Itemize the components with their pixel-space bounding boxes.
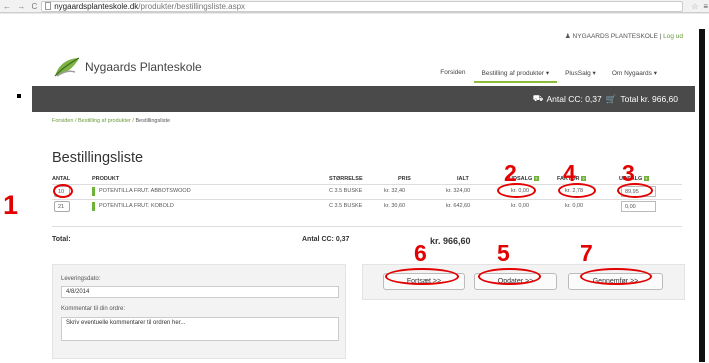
breadcrumb-item-forsiden[interactable]: Forsiden <box>52 118 73 124</box>
product-price: kr. 30,60 <box>384 203 406 209</box>
product-total: kr. 642,60 <box>446 203 471 209</box>
product-size: C 3.5 BUSKE <box>329 188 363 194</box>
annotation-1: 1 <box>3 190 19 220</box>
breadcrumb-separator: / <box>74 118 77 124</box>
annotation-ellipse-complete <box>580 268 652 285</box>
annotation-7: 7 <box>580 240 593 266</box>
nav-item-plussalg[interactable]: PlusSalg ▾ <box>557 69 604 83</box>
url-path: /produkter/bestillingsliste.aspx <box>138 1 246 11</box>
site-logo[interactable]: Nygaards Planteskole <box>53 56 202 78</box>
annotation-ellipse-quantity <box>53 184 73 198</box>
cart-icon[interactable]: 🛒 <box>606 94 617 105</box>
cart-bar: ⛟ Antal CC: 0,37 🛒 Total kr. 966,60 <box>32 86 695 112</box>
total-label: Total: <box>52 236 71 243</box>
breadcrumb-item-current: Bestillingsliste <box>135 118 171 124</box>
product-name[interactable]: POTENTILLA FRUT. KOBOLD <box>99 203 174 209</box>
nav-item-om-nygaards[interactable]: Om Nygaards ▾ <box>604 69 665 83</box>
total-cc: Antal CC: 0,37 <box>302 236 350 243</box>
scrollbar[interactable] <box>695 14 709 363</box>
product-color-swatch <box>92 202 95 211</box>
product-total: kr. 324,00 <box>446 188 471 194</box>
udsalg-value: kr. 0,00 <box>511 203 530 209</box>
nav-item-bestilling[interactable]: Bestilling af produkter ▾ <box>473 69 558 83</box>
help-icon[interactable]: ? <box>643 176 649 182</box>
bookmark-star-icon[interactable]: ☆ <box>691 2 698 11</box>
comment-textarea[interactable]: Skriv eventuelle kommentarer til ordren … <box>61 317 339 341</box>
truck-icon: ⛟ <box>532 93 544 103</box>
total-sum-value: kr. 966,60 <box>430 236 471 246</box>
browser-nav-buttons[interactable]: ← → C <box>3 2 39 11</box>
leaf-logo-icon <box>54 57 80 77</box>
quantity-input[interactable]: 21 <box>54 201 70 212</box>
cart-cc: Antal CC: 0,37 <box>546 94 602 104</box>
page-title: Bestillingsliste <box>52 150 144 166</box>
col-header-produkt: PRODUKT <box>92 176 120 182</box>
product-size: C 3.5 BUSKE <box>329 203 363 209</box>
logout-link[interactable]: Log ud <box>663 33 683 40</box>
product-price: kr. 32,40 <box>384 188 406 194</box>
page-icon <box>45 2 52 10</box>
product-name[interactable]: POTENTILLA FRUT. ABBOTSWOOD <box>99 188 191 194</box>
annotation-6: 6 <box>414 240 427 266</box>
nav-item-forsiden[interactable]: Forsiden <box>432 69 473 83</box>
col-header-antal: ANTAL <box>52 176 71 182</box>
order-form-panel: Leveringsdato: 4/8/2014 Kommentar til di… <box>52 264 346 359</box>
breadcrumb: Forsiden / Bestilling af produkter / Bes… <box>52 118 170 124</box>
cart-total[interactable]: Total kr. 966,60 <box>620 94 678 104</box>
delivery-date-label: Leveringsdato: <box>61 276 101 282</box>
help-icon[interactable]: ? <box>533 176 539 182</box>
page: ♟ NYGAARDS PLANTESKOLE | Log ud Nygaards… <box>3 14 695 363</box>
left-margin <box>0 14 32 363</box>
scrollbar-thumb[interactable] <box>699 29 705 362</box>
marker-dot <box>17 94 21 98</box>
annotation-ellipse-faktor <box>558 183 596 198</box>
col-header-storrelse: STØRRELSE <box>329 176 363 182</box>
main-nav: Forsiden Bestilling af produkter ▾ PlusS… <box>432 69 665 83</box>
annotation-ellipse-update <box>478 268 541 285</box>
user-icon: ♟ <box>564 33 571 40</box>
faktor-value: kr. 0,00 <box>565 203 584 209</box>
col-header-ialt: IALT <box>457 176 469 182</box>
annotation-5: 5 <box>497 240 510 266</box>
address-bar[interactable]: nygaardsplanteskole.dk /produkter/bestil… <box>41 0 684 12</box>
user-bar: ♟ NYGAARDS PLANTESKOLE | Log ud <box>565 32 683 40</box>
col-header-pris: PRIS <box>398 176 411 182</box>
help-icon[interactable]: ? <box>581 176 587 182</box>
browser-menu-icon[interactable]: ≡ <box>703 2 708 11</box>
annotation-ellipse-udsalg2 <box>617 183 653 198</box>
annotation-ellipse-udsalg <box>497 183 536 198</box>
delivery-date-input[interactable]: 4/8/2014 <box>61 286 339 298</box>
product-color-swatch <box>92 187 95 196</box>
table-row: 21 POTENTILLA FRUT. KOBOLD C 3.5 BUSKE k… <box>52 200 682 214</box>
annotation-ellipse-continue <box>385 268 459 285</box>
breadcrumb-separator: / <box>132 118 134 124</box>
comment-label: Kommentar til din ordre: <box>61 306 126 312</box>
breadcrumb-item-bestilling[interactable]: Bestilling af produkter <box>78 118 131 124</box>
udsalg-price-input[interactable]: 0,00 <box>621 201 656 212</box>
logo-text: Nygaards Planteskole <box>85 60 202 74</box>
user-name: NYGAARDS PLANTESKOLE <box>572 33 658 40</box>
url-host: nygaardsplanteskole.dk <box>54 1 139 11</box>
browser-toolbar: ← → C nygaardsplanteskole.dk /produkter/… <box>0 0 709 13</box>
total-sum: kr. 966,60 <box>430 236 471 246</box>
table-divider <box>52 226 682 227</box>
